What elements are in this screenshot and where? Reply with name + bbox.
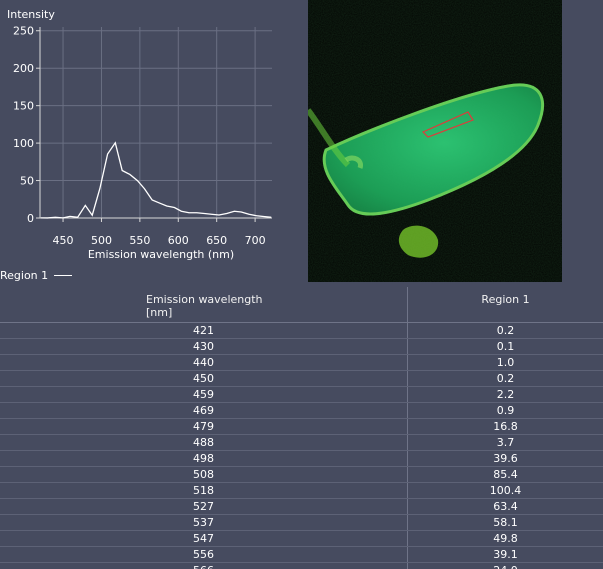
y-axis-label: Intensity xyxy=(7,8,55,21)
table-row[interactable]: 537 58.1 xyxy=(0,515,603,531)
cell-region-1-value: 100.4 xyxy=(489,484,522,497)
x-tick-label: 650 xyxy=(206,234,227,247)
cell-region-1-value: 1.0 xyxy=(496,356,515,369)
microscopy-image[interactable] xyxy=(308,0,562,282)
table-row[interactable]: 547 49.8 xyxy=(0,531,603,547)
cell-region-1-value: 0.2 xyxy=(496,372,515,385)
cell-region-1-value: 85.4 xyxy=(493,468,518,481)
cell-wavelength: 469 xyxy=(0,403,408,418)
y-tick-label: 0 xyxy=(27,212,34,225)
cell-region-1-value: 63.4 xyxy=(493,500,518,513)
cell-wavelength: 488 xyxy=(0,435,408,450)
cell-wavelength: 556 xyxy=(0,547,408,562)
cell-wavelength: 479 xyxy=(0,419,408,434)
spectrum-chart: 0 50 100 150 200 250 450 500 550 600 650 700 Intensi… xyxy=(0,0,300,268)
table-row[interactable]: 421 0.2 xyxy=(0,323,603,339)
cell-region-1-value: 0.2 xyxy=(496,324,515,337)
table-row[interactable]: 430 0.1 xyxy=(0,339,603,355)
cell-wavelength: 498 xyxy=(0,451,408,466)
table-header-region-1[interactable]: Region 1 xyxy=(408,287,603,322)
cell-region-1-value: 0.9 xyxy=(496,404,515,417)
x-tick-label: 550 xyxy=(129,234,150,247)
cell-wavelength: 566 xyxy=(0,563,408,569)
y-tick-label: 200 xyxy=(13,62,34,75)
table-row[interactable]: 469 0.9 xyxy=(0,403,603,419)
cell-wavelength: 459 xyxy=(0,387,408,402)
y-tick-label: 150 xyxy=(13,100,34,113)
cell-region-1-value: 24.0 xyxy=(408,563,603,569)
y-tick-label: 50 xyxy=(20,175,34,188)
legend-line-swatch xyxy=(54,274,73,276)
data-table: Emission wavelength [nm] Region 1 421 0.2… xyxy=(0,287,603,569)
y-tick-label: 250 xyxy=(13,25,34,38)
x-tick-label: 450 xyxy=(53,234,74,247)
table-row[interactable]: 488 3.7 xyxy=(0,435,603,451)
cell-region-1-value: 49.8 xyxy=(493,532,518,545)
table-header-row: Emission wavelength [nm] Region 1 xyxy=(0,287,603,323)
table-body: 421 0.2 430 0.1 440 1.0 450 0.2 459 2.2 469 0.9 479 1… xyxy=(0,323,603,569)
cell-wavelength: 421 xyxy=(0,323,408,338)
cell-wavelength: 430 xyxy=(0,339,408,354)
table-row[interactable]: 479 16.8 xyxy=(0,419,603,435)
x-axis-label: Emission wavelength (nm) xyxy=(88,248,234,261)
x-tick-label: 500 xyxy=(91,234,112,247)
table-row[interactable]: 440 1.0 xyxy=(0,355,603,371)
cell-wavelength: 450 xyxy=(0,371,408,386)
x-tick-label: 700 xyxy=(245,234,266,247)
table-row[interactable]: 527 63.4 xyxy=(0,499,603,515)
table-row[interactable]: 450 0.2 xyxy=(0,371,603,387)
microscopy-image-svg xyxy=(308,0,562,282)
cell-wavelength: 508 xyxy=(0,467,408,482)
y-tick-label: 100 xyxy=(13,137,34,150)
cell-region-1-value: 0.1 xyxy=(496,340,515,353)
cell-wavelength: 527 xyxy=(0,499,408,514)
cell-wavelength: 440 xyxy=(0,355,408,370)
legend-label: Region 1 xyxy=(0,268,49,282)
cell-region-1-value: 3.7 xyxy=(496,436,515,449)
chart-legend: Region 1 xyxy=(0,267,73,283)
cell-region-1-value: 58.1 xyxy=(493,516,518,529)
cell-wavelength: 547 xyxy=(0,531,408,546)
cell-region-1-value: 39.1 xyxy=(493,548,518,561)
cell-region-1-value: 2.2 xyxy=(496,388,515,401)
cell-wavelength: 537 xyxy=(0,515,408,530)
table-row[interactable]: 56624.0 xyxy=(0,563,603,569)
table-header-wavelength[interactable]: Emission wavelength [nm] xyxy=(0,287,408,322)
cell-wavelength: 518 xyxy=(0,483,408,498)
table-row[interactable]: 459 2.2 xyxy=(0,387,603,403)
spectrum-chart-svg: 0 50 100 150 200 250 450 500 550 600 650 700 Intensi… xyxy=(7,8,272,261)
table-row[interactable]: 498 39.6 xyxy=(0,451,603,467)
table-row[interactable]: 556 39.1 xyxy=(0,547,603,563)
cell-region-1-value: 16.8 xyxy=(493,420,518,433)
table-row[interactable]: 508 85.4 xyxy=(0,467,603,483)
table-row[interactable]: 518 100.4 xyxy=(0,483,603,499)
cell-region-1-value: 39.6 xyxy=(493,452,518,465)
x-tick-label: 600 xyxy=(168,234,189,247)
